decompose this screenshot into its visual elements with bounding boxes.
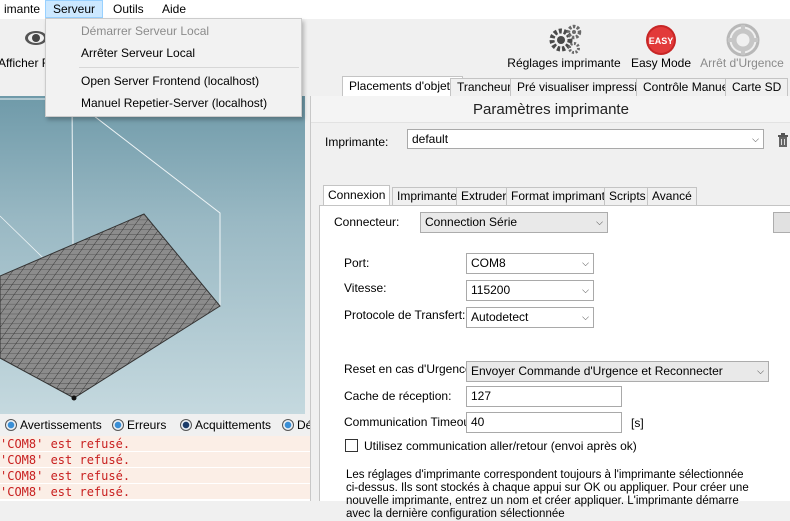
dialog-body: Imprimante: default ⌵ Connexion Impriman…	[319, 126, 790, 520]
tab-printer-format[interactable]: Format imprimante	[506, 187, 617, 205]
emergency-stop-button[interactable]: Arrêt d'Urgence	[698, 19, 786, 74]
dialog-title: Paramètres imprimante	[311, 96, 790, 123]
printer-settings-button[interactable]: Réglages imprimante	[505, 19, 623, 74]
reset-label: Reset en cas d'Urgence	[344, 362, 472, 376]
chevron-down-icon: ⌵	[582, 258, 589, 268]
reset-select-value: Envoyer Commande d'Urgence et Reconnecte…	[471, 364, 723, 378]
tab-connection[interactable]: Connexion	[323, 185, 391, 205]
filter-errors[interactable]: Erreurs	[112, 418, 166, 432]
tab-extruder[interactable]: Extruder	[456, 187, 512, 205]
reset-select[interactable]: Envoyer Commande d'Urgence et Reconnecte…	[466, 361, 769, 382]
timeout-unit: [s]	[631, 416, 644, 430]
tab-sd-card[interactable]: Carte SD	[725, 78, 789, 96]
trash-icon[interactable]	[777, 133, 789, 147]
timeout-label: Communication Timeout:	[344, 415, 477, 429]
log-line: 'COM8' est refusé.	[0, 468, 310, 484]
menu-printer[interactable]: imante	[0, 0, 47, 18]
easy-mode-label: Easy Mode	[630, 56, 692, 70]
chevron-down-icon: ⌵	[582, 312, 589, 322]
chevron-down-icon: ⌵	[757, 366, 764, 376]
radio-icon	[282, 419, 294, 431]
tab-object-placement[interactable]: Placements d'objets	[342, 76, 464, 96]
info-line-4: avec la dernière configuration sélection…	[346, 508, 565, 520]
filter-acks-label: Acquittements	[195, 418, 272, 432]
connector-select-value: Connection Série	[425, 215, 518, 229]
menu-help[interactable]: Aide	[155, 0, 193, 18]
chevron-down-icon: ⌵	[596, 217, 603, 227]
info-line-3: nouvelle imprimante, entrez un nom et cr…	[346, 495, 739, 507]
log-line: 'COM8' est refusé.	[0, 484, 310, 500]
printer-select-value: default	[412, 132, 449, 146]
port-select[interactable]: COM8 ⌵	[466, 253, 594, 274]
show-label: Afficher F	[0, 56, 50, 70]
speed-select[interactable]: 115200 ⌵	[466, 280, 594, 301]
radio-icon	[112, 419, 124, 431]
chevron-down-icon: ⌵	[582, 285, 589, 295]
filter-debug[interactable]: Dé	[282, 418, 312, 432]
log-filter-bar: Avertissements Erreurs Acquittements Dé	[0, 414, 312, 436]
filter-errors-label: Erreurs	[127, 418, 167, 432]
protocol-select[interactable]: Autodetect ⌵	[466, 307, 594, 328]
protocol-select-value: Autodetect	[471, 310, 529, 324]
printer-settings-dialog: Paramètres imprimante Imprimante: defaul…	[310, 96, 790, 520]
menu-separator	[79, 67, 299, 68]
timeout-input[interactable]: 40	[466, 412, 622, 433]
show-button[interactable]: Afficher F	[0, 19, 50, 74]
port-label: Port:	[344, 256, 370, 270]
radio-icon	[5, 419, 17, 431]
server-menu: Démarrer Serveur Local Arrêter Serveur L…	[45, 18, 302, 117]
filter-acks[interactable]: Acquittements	[180, 418, 271, 432]
cache-label: Cache de réception:	[344, 389, 452, 403]
stop-local-server-item[interactable]: Arrêter Serveur Local	[46, 42, 301, 64]
menu-server[interactable]: Serveur	[45, 0, 104, 18]
easy-mode-button[interactable]: EASY Easy Mode	[628, 19, 694, 74]
start-local-server-item[interactable]: Démarrer Serveur Local	[46, 20, 301, 42]
chevron-down-icon: ⌵	[752, 134, 759, 144]
filter-warnings[interactable]: Avertissements	[5, 418, 102, 432]
easy-mode-icon: EASY	[646, 25, 676, 55]
connector-label: Connecteur:	[334, 215, 400, 229]
printer-settings-label: Réglages imprimante	[507, 56, 621, 70]
speed-select-value: 115200	[471, 283, 511, 297]
repetier-server-manual-item[interactable]: Manuel Repetier-Server (localhost)	[46, 92, 301, 114]
menu-tools[interactable]: Outils	[106, 0, 151, 18]
tab-manual-control[interactable]: Contrôle Manuel	[636, 78, 739, 96]
3d-viewport[interactable]	[0, 96, 305, 414]
filter-warnings-label: Avertissements	[20, 418, 102, 432]
log-line: 'COM8' est refusé.	[0, 436, 310, 452]
tab-scripts[interactable]: Scripts	[604, 187, 651, 205]
connection-tab-panel: Connecteur: Connection Série ⌵ Port: COM…	[319, 205, 790, 520]
radio-icon	[180, 419, 192, 431]
easy-badge-text: EASY	[649, 36, 674, 46]
tab-advanced[interactable]: Avancé	[647, 187, 697, 205]
tab-slicer[interactable]: Trancheur	[450, 78, 519, 96]
menu-bar: imante Serveur Outils Aide	[0, 0, 790, 19]
cache-input[interactable]: 127	[466, 386, 622, 407]
tab-printer[interactable]: Imprimante	[392, 187, 463, 205]
log-line: 'COM8' est refusé.	[0, 452, 310, 468]
connector-config-button[interactable]	[773, 212, 790, 233]
info-line-2: ci-dessus. Ils sont stockés à chaque app…	[346, 482, 749, 494]
info-line-1: Les réglages d'imprimante correspondent …	[346, 469, 744, 481]
open-server-frontend-item[interactable]: Open Server Frontend (localhost)	[46, 70, 301, 92]
printer-label: Imprimante:	[325, 135, 389, 149]
gears-icon	[549, 24, 582, 54]
port-select-value: COM8	[471, 256, 506, 270]
emergency-stop-icon	[726, 23, 760, 57]
speed-label: Vitesse:	[344, 281, 387, 295]
emergency-stop-label: Arrêt d'Urgence	[700, 56, 784, 70]
protocol-label: Protocole de Transfert:	[344, 308, 466, 322]
print-bed-view	[0, 98, 221, 401]
pingpong-checkbox[interactable]	[345, 439, 358, 452]
printer-select[interactable]: default ⌵	[407, 129, 764, 149]
connector-select[interactable]: Connection Série ⌵	[420, 212, 608, 233]
pingpong-label: Utilisez communication aller/retour (env…	[364, 439, 637, 453]
log-panel[interactable]: 'COM8' est refusé. 'COM8' est refusé. 'C…	[0, 436, 310, 501]
